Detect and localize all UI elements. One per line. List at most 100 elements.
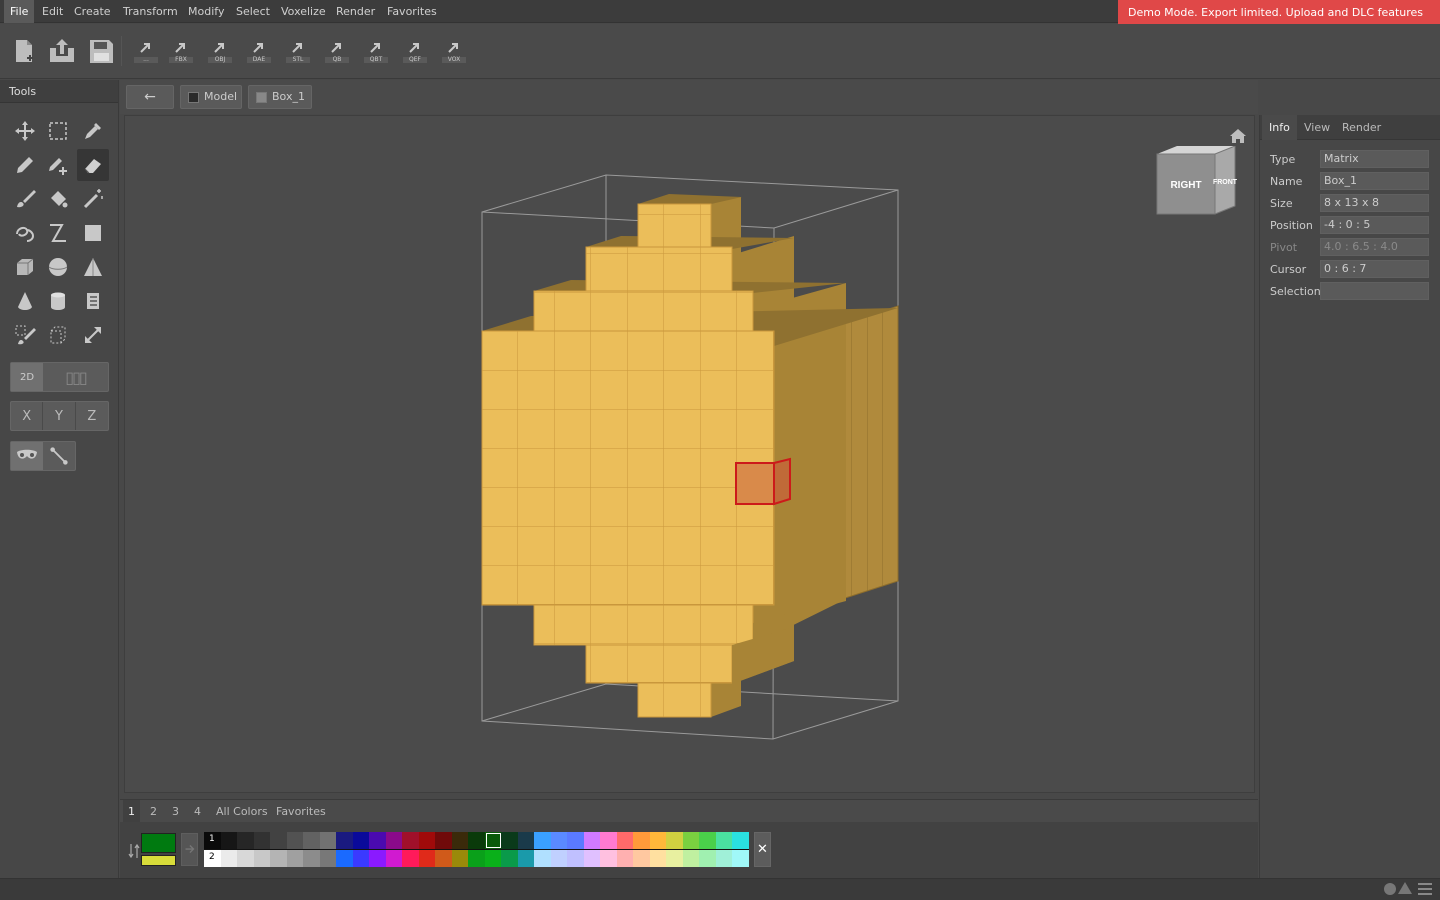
export-button-5[interactable]: QB bbox=[322, 36, 352, 66]
axis-z-button[interactable]: Z bbox=[76, 402, 108, 430]
color-swatch[interactable] bbox=[402, 849, 419, 867]
export-button-0[interactable]: ... bbox=[131, 36, 161, 66]
home-view-button[interactable] bbox=[1229, 128, 1247, 144]
color-swatch[interactable] bbox=[286, 849, 304, 867]
color-swatch[interactable] bbox=[418, 832, 436, 849]
cube-tool[interactable] bbox=[9, 251, 41, 283]
export-button-8[interactable]: VOX bbox=[439, 36, 469, 66]
color-swatch[interactable] bbox=[583, 849, 601, 867]
warning-icon[interactable] bbox=[1398, 882, 1412, 894]
color-swatch[interactable] bbox=[468, 832, 485, 849]
color-picker-tool[interactable] bbox=[77, 115, 109, 147]
box-select-tool[interactable] bbox=[42, 115, 74, 147]
color-swatch[interactable] bbox=[253, 832, 271, 849]
color-swatch[interactable] bbox=[699, 849, 716, 867]
color-swatch[interactable] bbox=[303, 849, 320, 867]
stack-tool[interactable] bbox=[77, 285, 109, 317]
loop-tool[interactable] bbox=[9, 217, 41, 249]
export-button-6[interactable]: QBT bbox=[361, 36, 391, 66]
3d-viewport[interactable]: RIGHT FRONT bbox=[124, 115, 1255, 793]
apply-color-arrow-button[interactable] bbox=[181, 833, 198, 866]
color-swatch[interactable] bbox=[435, 849, 452, 867]
menu-transform[interactable]: Transform bbox=[117, 0, 184, 23]
back-button[interactable]: ← bbox=[126, 85, 174, 109]
palette-tab-favorites[interactable]: Favorites bbox=[271, 800, 331, 823]
color-swatch[interactable] bbox=[253, 849, 271, 867]
color-swatch[interactable] bbox=[237, 849, 254, 867]
menu-create[interactable]: Create bbox=[68, 0, 117, 23]
info-value-field[interactable]: Box_1 bbox=[1320, 172, 1429, 190]
color-swatch[interactable] bbox=[501, 832, 518, 849]
menu-favorites[interactable]: Favorites bbox=[381, 0, 443, 23]
export-button-1[interactable]: FBX bbox=[166, 36, 196, 66]
pyramid-tool[interactable] bbox=[77, 251, 109, 283]
info-value-field[interactable] bbox=[1320, 282, 1429, 300]
rectangle-tool[interactable] bbox=[77, 217, 109, 249]
color-swatch[interactable] bbox=[270, 849, 287, 867]
view-cube[interactable]: RIGHT FRONT bbox=[1155, 145, 1239, 218]
palette-tab-2[interactable]: 2 bbox=[145, 800, 162, 823]
color-swatch[interactable] bbox=[583, 832, 601, 849]
axis-x-button[interactable]: X bbox=[11, 402, 44, 430]
info-value-field[interactable]: -4 : 0 : 5 bbox=[1320, 216, 1429, 234]
swap-colors-button[interactable] bbox=[128, 842, 140, 860]
brush-tool[interactable] bbox=[9, 183, 41, 215]
color-swatch[interactable] bbox=[352, 849, 370, 867]
menu-lines-icon[interactable] bbox=[1418, 883, 1432, 895]
mode-3d-button[interactable]: ▯▯▯ bbox=[43, 363, 108, 391]
cone-tool[interactable] bbox=[9, 285, 41, 317]
color-swatch[interactable] bbox=[550, 849, 568, 867]
bone-toggle-button[interactable] bbox=[43, 442, 75, 470]
color-swatch[interactable] bbox=[600, 832, 617, 849]
color-swatch[interactable] bbox=[666, 849, 683, 867]
color-swatch[interactable] bbox=[484, 832, 502, 849]
select-paint-tool[interactable] bbox=[9, 319, 41, 351]
cylinder-tool[interactable] bbox=[42, 285, 74, 317]
color-swatch[interactable] bbox=[385, 832, 403, 849]
color-swatch[interactable] bbox=[517, 849, 535, 867]
menu-file[interactable]: File bbox=[4, 0, 35, 23]
color-swatch[interactable] bbox=[435, 832, 452, 849]
color-swatch[interactable] bbox=[715, 849, 733, 867]
color-swatch[interactable] bbox=[270, 832, 287, 849]
secondary-color-swatch[interactable] bbox=[141, 855, 176, 866]
line-tool[interactable] bbox=[42, 217, 74, 249]
primary-color-swatch[interactable] bbox=[141, 833, 176, 853]
color-swatch[interactable] bbox=[567, 832, 584, 849]
menu-select[interactable]: Select bbox=[230, 0, 276, 23]
axis-y-button[interactable]: Y bbox=[43, 402, 76, 430]
info-value-field[interactable]: 8 x 13 x 8 bbox=[1320, 194, 1429, 212]
open-file-button[interactable] bbox=[47, 36, 77, 66]
color-swatch[interactable] bbox=[616, 832, 634, 849]
select-cube-tool[interactable] bbox=[42, 319, 74, 351]
color-swatch[interactable] bbox=[682, 832, 700, 849]
attach-tool[interactable] bbox=[42, 149, 74, 181]
palette-tab-4[interactable]: 4 bbox=[189, 800, 206, 823]
color-swatch[interactable] bbox=[517, 832, 535, 849]
color-swatch[interactable] bbox=[336, 849, 353, 867]
color-swatch[interactable] bbox=[715, 832, 733, 849]
color-swatch[interactable] bbox=[418, 849, 436, 867]
tab-info[interactable]: Info bbox=[1262, 115, 1297, 140]
breadcrumb-model[interactable]: Model bbox=[180, 85, 242, 109]
menu-voxelize[interactable]: Voxelize bbox=[275, 0, 332, 23]
magic-wand-tool[interactable] bbox=[77, 183, 109, 215]
palette-tab-1[interactable]: 1 bbox=[123, 800, 140, 823]
color-swatch[interactable] bbox=[402, 832, 419, 849]
color-swatch[interactable] bbox=[649, 832, 667, 849]
color-swatch[interactable] bbox=[534, 832, 551, 849]
voxel-scene[interactable] bbox=[125, 116, 1255, 793]
color-swatch[interactable] bbox=[237, 832, 254, 849]
breadcrumb-matrix[interactable]: Box_1 bbox=[248, 85, 312, 109]
info-icon[interactable] bbox=[1384, 883, 1396, 895]
close-palette-button[interactable]: ✕ bbox=[754, 832, 771, 867]
pencil-tool[interactable] bbox=[9, 149, 41, 181]
tab-render[interactable]: Render bbox=[1335, 115, 1388, 140]
color-swatch[interactable] bbox=[451, 849, 469, 867]
fill-tool[interactable] bbox=[42, 183, 74, 215]
tab-view[interactable]: View bbox=[1297, 115, 1337, 140]
sphere-tool[interactable] bbox=[42, 251, 74, 283]
menu-modify[interactable]: Modify bbox=[182, 0, 230, 23]
mode-2d-button[interactable]: 2D bbox=[11, 363, 43, 391]
export-button-4[interactable]: STL bbox=[283, 36, 313, 66]
